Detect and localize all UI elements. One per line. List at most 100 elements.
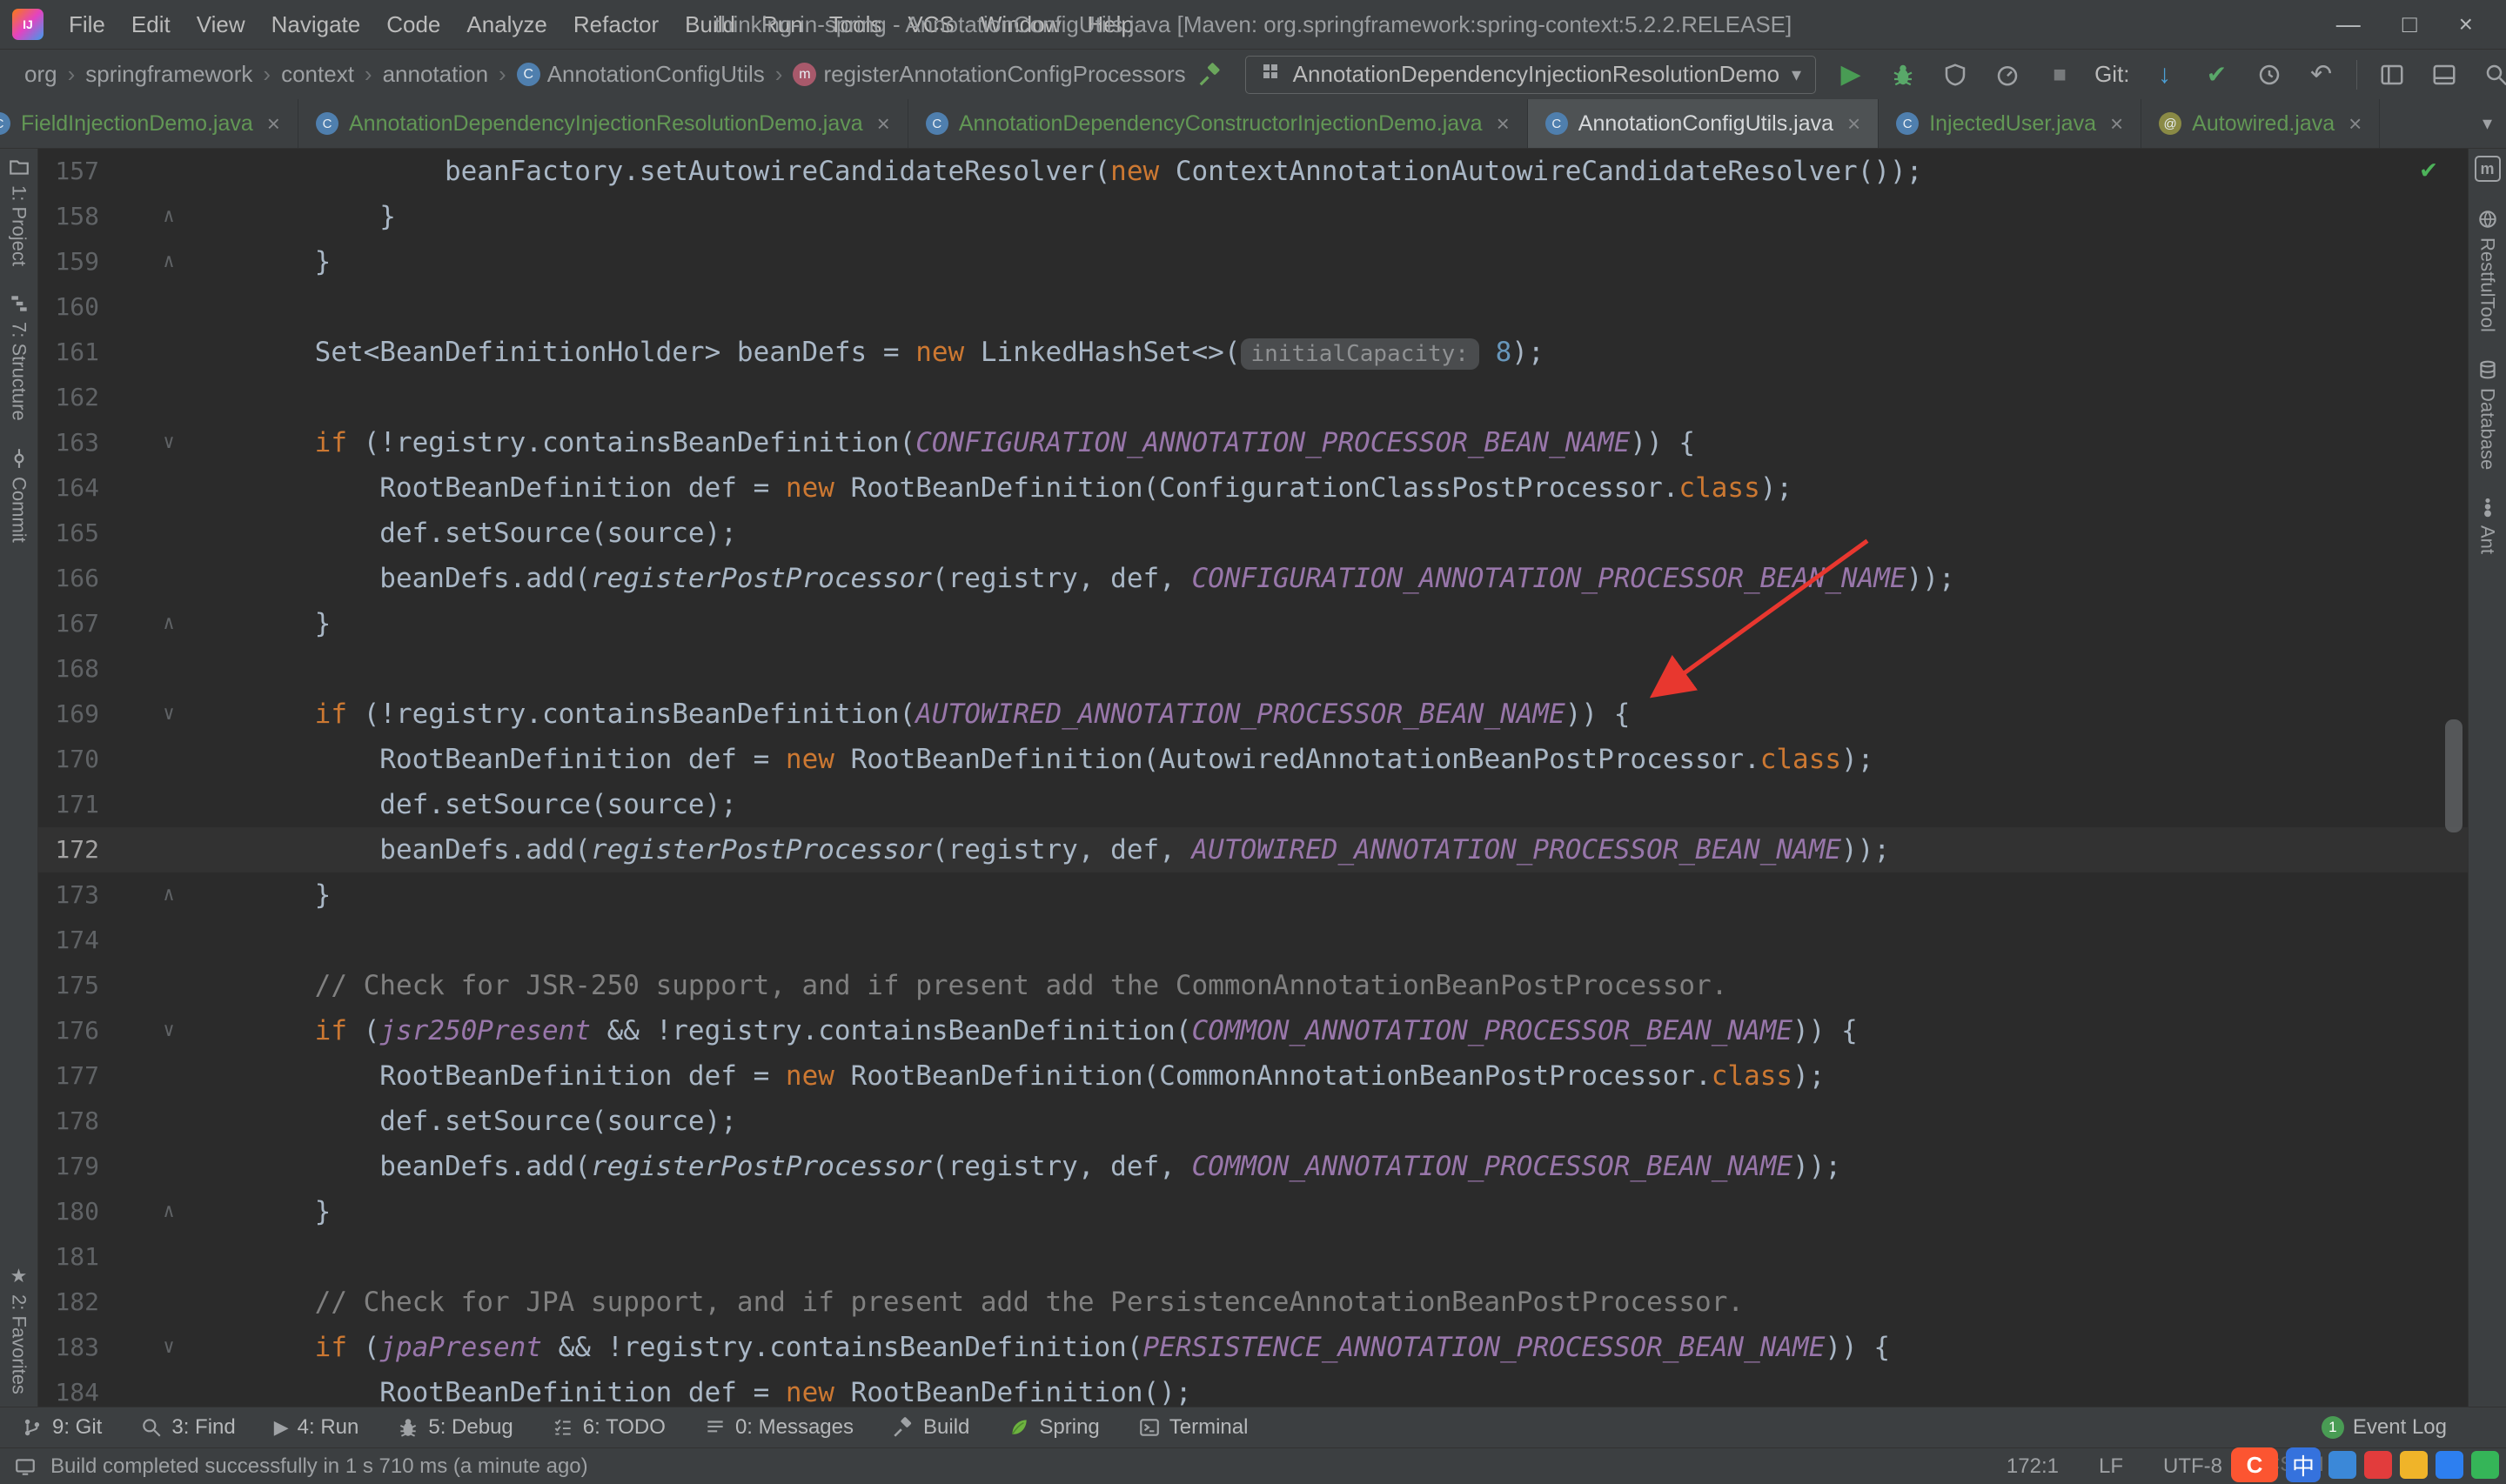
toolwindow-find-button[interactable]: 3: Find [140,1415,235,1440]
breadcrumb-springframework[interactable]: springframework [78,61,259,88]
menu-code[interactable]: Code [373,0,453,49]
toolwindow-structure-button[interactable]: 7: Structure [8,292,30,421]
coverage-button[interactable] [1938,57,1973,92]
toolwindow-switcher-icon[interactable] [14,1455,37,1478]
tab-close-button[interactable] [1497,110,1510,137]
toolwindow-database-button[interactable]: Database [2476,358,2499,470]
menu-view[interactable]: View [184,0,258,49]
tab-close-button[interactable] [2349,110,2362,137]
tab-fieldinjectiondemo[interactable]: C FieldInjectionDemo.java [0,99,298,148]
git-commit-button[interactable]: ✔ [2200,57,2235,92]
tab-close-button[interactable] [1847,110,1860,137]
code-line-174[interactable]: 174 [38,918,2468,963]
toolwindow-project-button[interactable]: 1: Project [8,156,30,266]
toolwindow-messages-button[interactable]: 0: Messages [704,1415,854,1440]
file-encoding[interactable]: UTF-8 [2163,1454,2222,1479]
code-line-180[interactable]: 180∧ } [38,1189,2468,1234]
code-line-166[interactable]: 166 beanDefs.add(registerPostProcessor(r… [38,556,2468,601]
toolwindow-run-button[interactable]: ▶ 4: Run [274,1415,359,1440]
code-line-162[interactable]: 162 [38,375,2468,420]
code-line-161[interactable]: 161 Set<BeanDefinitionHolder> beanDefs =… [38,330,2468,375]
close-button[interactable]: × [2438,10,2494,38]
code-line-178[interactable]: 178 def.setSource(source); [38,1099,2468,1144]
code-line-182[interactable]: 182 // Check for JPA support, and if pre… [38,1280,2468,1325]
breadcrumb-context[interactable]: context [274,61,361,88]
code-line-164[interactable]: 164 RootBeanDefinition def = new RootBea… [38,465,2468,511]
code-line-173[interactable]: 173∧ } [38,872,2468,918]
fold-end-icon[interactable]: ∧ [99,1189,238,1234]
menu-edit[interactable]: Edit [118,0,184,49]
layout-left-button[interactable] [2375,57,2409,92]
run-config-select[interactable]: AnnotationDependencyInjectionResolutionD… [1245,56,1816,94]
fold-start-icon[interactable]: ∨ [99,420,238,465]
tab-autowired[interactable]: @ Autowired.java [2141,99,2380,148]
fold-end-icon[interactable]: ∧ [99,239,238,284]
toolwindow-restfultool-button[interactable]: RestfulTool [2476,208,2499,332]
toolwindow-ant-button[interactable]: Ant [2476,496,2499,554]
tab-injecteduser[interactable]: C InjectedUser.java [1879,99,2141,148]
code-line-172[interactable]: 172 beanDefs.add(registerPostProcessor(r… [38,827,2468,872]
code-line-167[interactable]: 167∧ } [38,601,2468,646]
layout-bottom-button[interactable] [2427,57,2462,92]
code-line-181[interactable]: 181 [38,1234,2468,1280]
code-line-160[interactable]: 160 [38,284,2468,330]
code-line-158[interactable]: 158∧ } [38,194,2468,239]
code-line-165[interactable]: 165 def.setSource(source); [38,511,2468,556]
fold-start-icon[interactable]: ∨ [99,692,238,737]
editor-scrollbar-thumb[interactable] [2445,719,2462,832]
code-line-175[interactable]: 175 // Check for JSR-250 support, and if… [38,963,2468,1008]
fold-end-icon[interactable]: ∧ [99,601,238,646]
menu-navigate[interactable]: Navigate [258,0,374,49]
maximize-button[interactable]: □ [2382,10,2438,38]
breadcrumb-method[interactable]: m registerAnnotationConfigProcessors [786,61,1192,88]
code-line-176[interactable]: 176∨ if (jsr250Present && !registry.cont… [38,1008,2468,1053]
toolwindow-maven-button[interactable]: m [2475,156,2501,182]
git-rollback-button[interactable]: ↶ [2304,57,2339,92]
toolwindow-build-button[interactable]: Build [892,1415,969,1440]
code-editor[interactable]: 157 beanFactory.setAutowireCandidateReso… [38,149,2468,1407]
code-line-159[interactable]: 159∧ } [38,239,2468,284]
git-history-button[interactable] [2252,57,2287,92]
breadcrumb-class[interactable]: C AnnotationConfigUtils [510,61,772,88]
minimize-button[interactable]: — [2315,10,2382,38]
tab-annotationdependencyconstructorinjectiondemo[interactable]: C AnnotationDependencyConstructorInjecti… [908,99,1528,148]
toolwindow-spring-button[interactable]: Spring [1008,1415,1099,1440]
toolwindow-git-button[interactable]: 9: Git [21,1415,102,1440]
breadcrumb-org[interactable]: org [17,61,64,88]
menu-file[interactable]: File [56,0,118,49]
code-line-177[interactable]: 177 RootBeanDefinition def = new RootBea… [38,1053,2468,1099]
inspections-ok-icon[interactable]: ✔ [2421,154,2436,184]
code-line-184[interactable]: 184 RootBeanDefinition def = new RootBea… [38,1370,2468,1407]
build-hammer-button[interactable] [1193,57,1228,92]
code-line-179[interactable]: 179 beanDefs.add(registerPostProcessor(r… [38,1144,2468,1189]
toolwindow-commit-button[interactable]: Commit [8,447,30,543]
git-update-button[interactable]: ↓ [2148,57,2182,92]
fold-end-icon[interactable]: ∧ [99,872,238,918]
toolwindow-terminal-button[interactable]: Terminal [1138,1415,1249,1440]
stop-button[interactable]: ■ [2042,57,2077,92]
search-everywhere-button[interactable] [2479,57,2506,92]
event-log-button[interactable]: 1 Event Log [2322,1415,2485,1440]
menu-refactor[interactable]: Refactor [560,0,672,49]
tab-annotationconfigutils[interactable]: C AnnotationConfigUtils.java [1528,99,1879,148]
line-separator[interactable]: LF [2099,1454,2123,1479]
tab-annotationdependencyinjectionresolutiondemo[interactable]: C AnnotationDependencyInjectionResolutio… [298,99,908,148]
tab-close-button[interactable] [267,110,280,137]
code-line-183[interactable]: 183∨ if (jpaPresent && !registry.contain… [38,1325,2468,1370]
run-button[interactable]: ▶ [1833,57,1868,92]
breadcrumb-annotation[interactable]: annotation [376,61,495,88]
code-line-163[interactable]: 163∨ if (!registry.containsBeanDefinitio… [38,420,2468,465]
toolwindow-debug-button[interactable]: 5: Debug [397,1415,513,1440]
code-line-170[interactable]: 170 RootBeanDefinition def = new RootBea… [38,737,2468,782]
code-line-169[interactable]: 169∨ if (!registry.containsBeanDefinitio… [38,692,2468,737]
code-line-157[interactable]: 157 beanFactory.setAutowireCandidateReso… [38,149,2468,194]
tab-close-button[interactable] [877,110,890,137]
hidden-tabs-chevron-icon[interactable]: ▾ [2469,99,2506,148]
caret-position[interactable]: 172:1 [2007,1454,2059,1479]
toolwindow-favorites-button[interactable]: ★ 2: Favorites [8,1265,30,1394]
menu-analyze[interactable]: Analyze [453,0,560,49]
code-line-171[interactable]: 171 def.setSource(source); [38,782,2468,827]
code-line-168[interactable]: 168 [38,646,2468,692]
toolwindow-todo-button[interactable]: 6: TODO [552,1415,666,1440]
fold-start-icon[interactable]: ∨ [99,1325,238,1370]
